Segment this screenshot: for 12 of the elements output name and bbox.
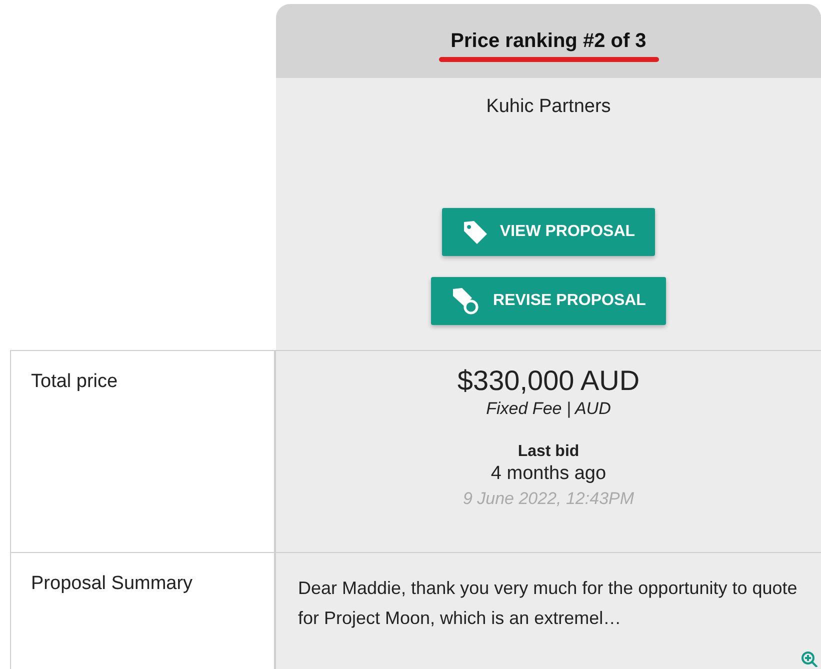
last-bid-label: Last bid [518, 443, 580, 461]
revise-proposal-button[interactable]: REVISE PROPOSAL [431, 277, 666, 325]
fee-type: Fixed Fee | AUD [486, 399, 611, 419]
last-bid-date: 9 June 2022, 12:43PM [462, 489, 634, 509]
ranking-title: Price ranking #2 of 3 [450, 30, 646, 53]
supplier-name: Kuhic Partners [486, 96, 611, 118]
row-label: Total price [31, 371, 118, 392]
view-proposal-button[interactable]: VIEW PROPOSAL [442, 208, 656, 256]
last-bid-age: 4 months ago [490, 463, 606, 485]
summary-text: Dear Maddie, thank you very much for the opportunity to quote for Project Moon, which is an extremel… [297, 577, 798, 630]
total-price: $330,000 AUD [457, 365, 640, 397]
row-label: Proposal Summary [31, 573, 193, 594]
